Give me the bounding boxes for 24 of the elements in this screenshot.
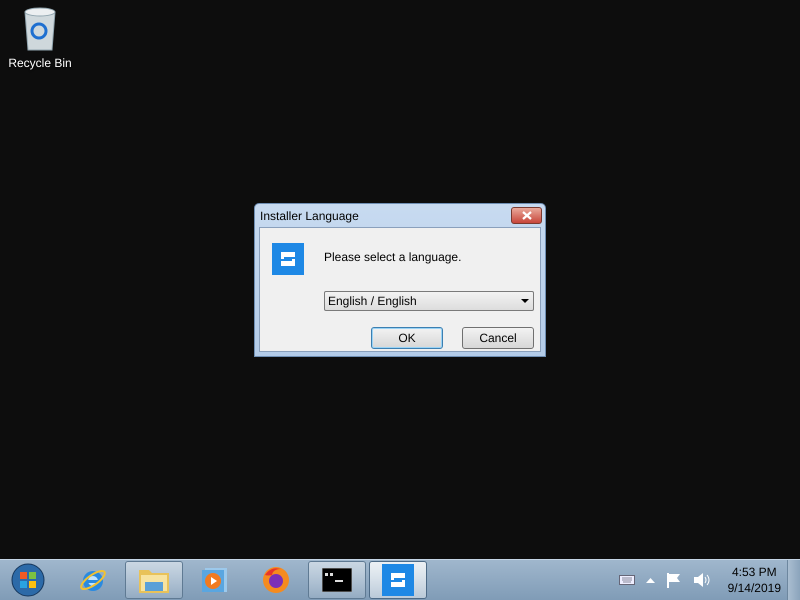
caret-icon (521, 299, 529, 303)
desktop-icon-label: Recycle Bin (8, 56, 72, 70)
console-icon[interactable] (322, 568, 352, 592)
app-logo-icon (272, 243, 304, 275)
close-button[interactable] (511, 207, 542, 224)
start-orb-icon[interactable] (11, 563, 45, 597)
app-logo-icon[interactable] (382, 564, 414, 596)
language-dropdown[interactable]: English / English (324, 291, 534, 311)
firefox-icon[interactable] (261, 565, 291, 595)
show-desktop-button[interactable] (787, 560, 800, 600)
media-player-icon[interactable] (201, 566, 229, 594)
show-hidden-icons-icon[interactable] (646, 578, 655, 582)
recycle-bin-icon[interactable] (22, 6, 58, 52)
flag-icon[interactable] (666, 572, 682, 588)
close-icon (522, 211, 532, 220)
window-title: Installer Language (260, 208, 359, 222)
dialog-button[interactable]: OK (371, 326, 443, 348)
keyboard-icon[interactable] (618, 575, 635, 585)
dialog-button[interactable]: Cancel (462, 326, 534, 348)
taskbar-button[interactable] (308, 561, 366, 599)
prompt-text: Please select a language. (324, 250, 462, 266)
clock-date: 9/14/2019 (728, 580, 781, 596)
speaker-icon[interactable] (692, 572, 711, 588)
clock-time: 4:53 PM (732, 564, 777, 580)
